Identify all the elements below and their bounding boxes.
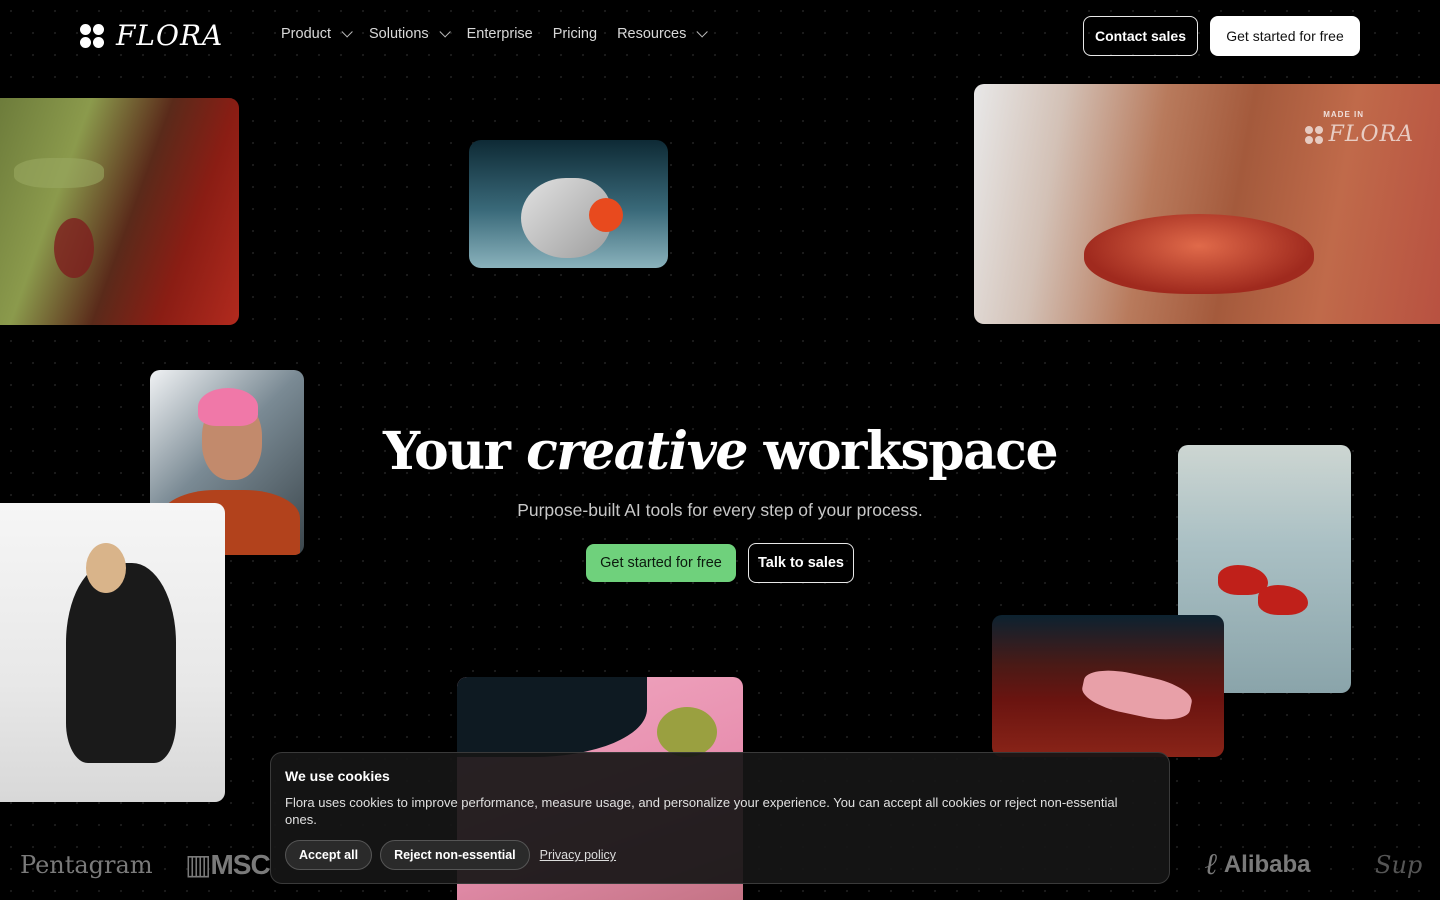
hero-title: Your creative workspace xyxy=(0,420,1440,484)
tile-lips-closeup: MADE IN FLORA xyxy=(974,84,1440,324)
logo-partial: Sup xyxy=(1375,851,1423,879)
chevron-down-icon xyxy=(341,26,353,38)
nav-item-resources[interactable]: Resources xyxy=(617,26,709,42)
tile-rose-field xyxy=(992,615,1224,757)
logo-alibaba-text: Alibaba xyxy=(1223,851,1311,878)
hero-subtitle: Purpose-built AI tools for every step of… xyxy=(517,500,923,520)
tile-saddle-bag xyxy=(469,140,668,268)
nav-item-label: Solutions xyxy=(368,26,429,42)
nav-item-pricing[interactable]: Pricing xyxy=(553,26,597,42)
nav-item-label: Enterprise xyxy=(466,26,533,42)
logo-alibaba: ℓ Alibaba xyxy=(1205,845,1311,885)
flora-logo-icon xyxy=(1304,126,1323,144)
tile-green-dress xyxy=(0,98,239,325)
watermark-made-in: MADE IN xyxy=(1323,110,1364,119)
cookie-actions: Accept all Reject non-essential Privacy … xyxy=(285,840,616,870)
get-started-hero-button[interactable]: Get started for free xyxy=(586,544,736,582)
hero-title-end: workspace xyxy=(763,421,1059,482)
cookie-title: We use cookies xyxy=(285,768,390,784)
logo-msc-text: MSC xyxy=(210,849,270,880)
logo-pentagram: Pentagram xyxy=(20,851,153,879)
cookie-banner: We use cookies Flora uses cookies to imp… xyxy=(270,752,1170,884)
contact-sales-button[interactable]: Contact sales xyxy=(1083,16,1198,56)
talk-to-sales-button[interactable]: Talk to sales xyxy=(748,543,854,583)
top-nav: FLORA Product Solutions Enterprise Prici… xyxy=(0,0,1440,72)
flora-watermark: FLORA xyxy=(1304,122,1414,147)
nav-item-label: Product xyxy=(281,26,331,42)
nav-item-enterprise[interactable]: Enterprise xyxy=(467,26,533,42)
get-started-nav-button[interactable]: Get started for free xyxy=(1210,16,1360,56)
nav-item-label: Resources xyxy=(617,26,687,42)
flora-logo[interactable]: FLORA xyxy=(80,22,223,50)
privacy-policy-link[interactable]: Privacy policy xyxy=(540,848,616,862)
nav-item-solutions[interactable]: Solutions xyxy=(368,26,451,42)
chevron-down-icon xyxy=(439,26,451,38)
cookie-body: Flora uses cookies to improve performanc… xyxy=(285,795,1118,827)
accept-all-button[interactable]: Accept all xyxy=(285,840,373,870)
alibaba-icon: ℓ xyxy=(1205,847,1218,882)
hero-title-start: Your xyxy=(382,421,511,482)
main-menu: Product Solutions Enterprise Pricing Res… xyxy=(281,26,709,42)
chevron-down-icon xyxy=(696,26,709,38)
watermark-wordmark: FLORA xyxy=(1328,122,1414,147)
hero-title-emphasis: creative xyxy=(526,421,748,482)
logo-msc: ▥MSC xyxy=(185,849,271,880)
nav-item-product[interactable]: Product xyxy=(281,26,353,42)
nav-item-label: Pricing xyxy=(552,26,598,42)
flora-wordmark: FLORA xyxy=(116,19,224,52)
flora-logo-icon xyxy=(80,24,104,48)
reject-non-essential-button[interactable]: Reject non-essential xyxy=(380,840,530,870)
tile-lace-outfit xyxy=(0,503,225,802)
